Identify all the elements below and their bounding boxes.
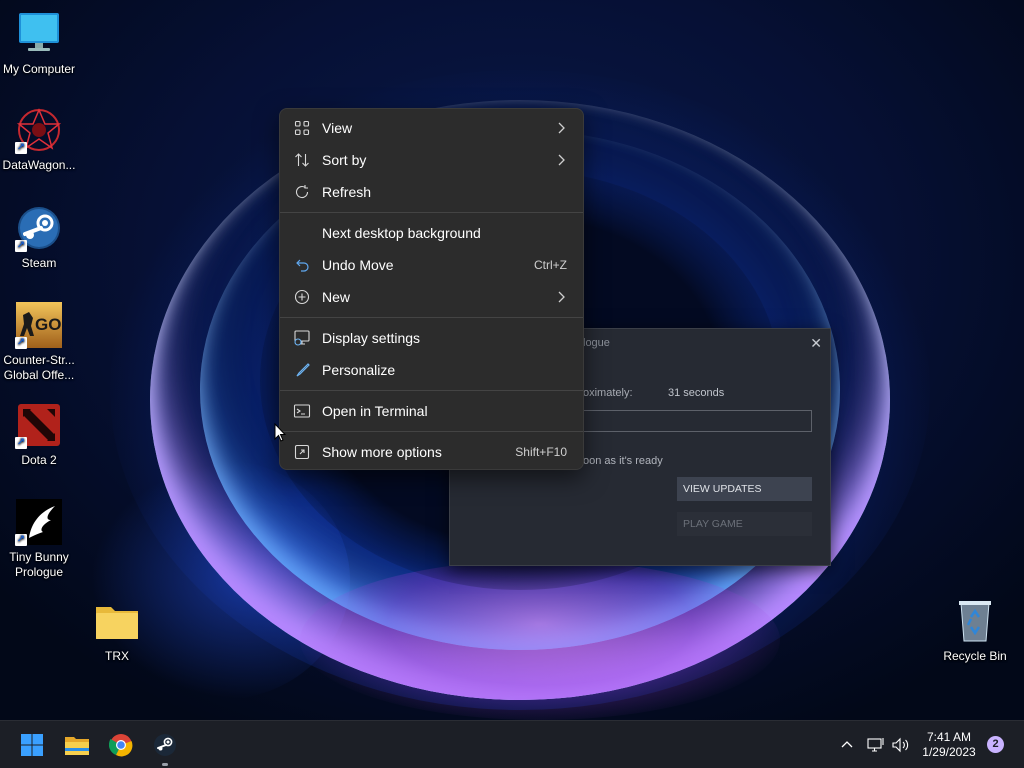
desktop-icon-label: Tiny Bunny Prologue: [9, 550, 69, 579]
menu-item-label: Display settings: [322, 330, 421, 346]
notification-count-badge[interactable]: 2: [987, 736, 1004, 753]
terminal-icon: [293, 402, 311, 420]
desktop-icon-trx-folder[interactable]: TRX: [78, 597, 156, 664]
desktop-icon-my-computer[interactable]: My Computer: [0, 10, 78, 77]
sort-icon: [293, 151, 311, 169]
steam-dialog-time-value: 31 seconds: [668, 387, 725, 399]
desktop-icon-label: My Computer: [2, 62, 76, 76]
menu-item-new[interactable]: New: [280, 281, 583, 313]
menu-separator: [280, 431, 583, 432]
desktop-icon-dota2[interactable]: ↗ Dota 2: [0, 401, 78, 468]
view-grid-icon: [293, 119, 311, 137]
more-options-icon: [293, 443, 311, 461]
desktop-icon-label: Counter-Str... Global Offe...: [3, 353, 75, 382]
close-icon[interactable]: ✕: [810, 335, 822, 352]
taskbar-running-indicator: [162, 763, 168, 766]
chrome-icon[interactable]: [105, 729, 137, 761]
menu-separator: [280, 390, 583, 391]
chevron-up-icon[interactable]: [838, 721, 856, 768]
shortcut-arrow-icon: ↗: [15, 534, 27, 546]
desktop-icon-recycle-bin[interactable]: Recycle Bin: [936, 597, 1014, 664]
menu-item-label: New: [322, 289, 351, 305]
clock-date: 1/29/2023: [922, 745, 976, 759]
chevron-right-icon: [554, 120, 568, 136]
menu-item-label: View: [322, 120, 353, 136]
steam-icon: ↗: [15, 204, 63, 252]
chevron-right-icon: [554, 289, 568, 305]
menu-item-shortcut: Shift+F10: [515, 445, 567, 459]
file-explorer-icon[interactable]: [61, 729, 93, 761]
play-game-button[interactable]: PLAY GAME: [677, 512, 812, 536]
steam-dialog-title: logue: [583, 337, 610, 349]
shortcut-arrow-icon: ↗: [15, 437, 27, 449]
menu-separator: [280, 317, 583, 318]
shortcut-arrow-icon: ↗: [15, 240, 27, 252]
tiny-bunny-icon: ↗: [15, 498, 63, 546]
clock-time: 7:41 AM: [926, 730, 972, 744]
taskbar-steam-icon[interactable]: [149, 729, 181, 761]
taskbar: 7:41 AM 1/29/2023: [0, 720, 1024, 768]
menu-item-next-desktop-background[interactable]: Next desktop background: [280, 217, 583, 249]
personalize-brush-icon: [293, 361, 311, 379]
menu-item-view[interactable]: View: [280, 112, 583, 144]
menu-item-label: Next desktop background: [322, 225, 481, 241]
menu-item-personalize[interactable]: Personalize: [280, 354, 583, 386]
menu-item-label: Sort by: [322, 152, 367, 168]
volume-icon[interactable]: [891, 721, 911, 768]
desktop-icon-label: TRX: [105, 649, 129, 663]
menu-item-label: Show more options: [322, 444, 442, 460]
menu-separator: [280, 212, 583, 213]
steam-dialog-time-label: oximately:: [583, 387, 633, 399]
desktop-icon-steam[interactable]: ↗ Steam: [0, 204, 78, 271]
menu-item-refresh[interactable]: Refresh: [280, 176, 583, 208]
mouse-cursor-icon: [274, 422, 287, 448]
chevron-right-icon: [554, 152, 568, 168]
shortcut-arrow-icon: ↗: [15, 142, 27, 154]
csgo-badge-text: GO: [35, 315, 62, 334]
datawagon-icon: ↗: [15, 106, 63, 154]
menu-item-show-more-options[interactable]: Show more options Shift+F10: [280, 436, 583, 468]
menu-item-open-in-terminal[interactable]: Open in Terminal: [280, 395, 583, 427]
undo-icon: [293, 256, 311, 274]
desktop-context-menu: View Sort by Refresh Next desktop backgr…: [279, 108, 584, 470]
new-plus-icon: [293, 288, 311, 306]
shortcut-arrow-icon: ↗: [15, 337, 27, 349]
desktop-icon-label: Recycle Bin: [943, 649, 1007, 663]
dota2-icon: ↗: [15, 401, 63, 449]
refresh-icon: [293, 183, 311, 201]
steam-dialog-progress-bar: [583, 410, 812, 432]
menu-item-display-settings[interactable]: Display settings: [280, 322, 583, 354]
view-updates-button[interactable]: VIEW UPDATES: [677, 477, 812, 501]
network-icon[interactable]: [866, 721, 886, 768]
desktop-icon-csgo[interactable]: GO ↗ Counter-Str... Global Offe...: [0, 301, 78, 383]
desktop-icon-label: Dota 2: [21, 453, 57, 467]
menu-item-label: Personalize: [322, 362, 396, 378]
recycle-bin-icon: [951, 597, 999, 645]
start-icon[interactable]: [16, 729, 48, 761]
taskbar-clock[interactable]: 7:41 AM 1/29/2023: [912, 730, 986, 760]
menu-item-undo-move[interactable]: Undo Move Ctrl+Z: [280, 249, 583, 281]
menu-item-sort-by[interactable]: Sort by: [280, 144, 583, 176]
folder-icon: [93, 597, 141, 645]
desktop-icon-tiny-bunny[interactable]: ↗ Tiny Bunny Prologue: [0, 498, 78, 580]
menu-item-label: Open in Terminal: [322, 403, 428, 419]
display-settings-icon: [293, 329, 311, 347]
menu-item-label: Refresh: [322, 184, 372, 200]
steam-dialog-ready-text: oon as it's ready: [583, 455, 663, 467]
menu-item-shortcut: Ctrl+Z: [534, 258, 567, 272]
csgo-icon: GO ↗: [15, 301, 63, 349]
monitor-icon: [15, 10, 63, 58]
desktop-icon-datawagon[interactable]: ↗ DataWagon...: [0, 106, 78, 173]
desktop-icon-label: Steam: [21, 256, 57, 270]
menu-item-label: Undo Move: [322, 257, 394, 273]
desktop-icon-label: DataWagon...: [2, 158, 76, 172]
